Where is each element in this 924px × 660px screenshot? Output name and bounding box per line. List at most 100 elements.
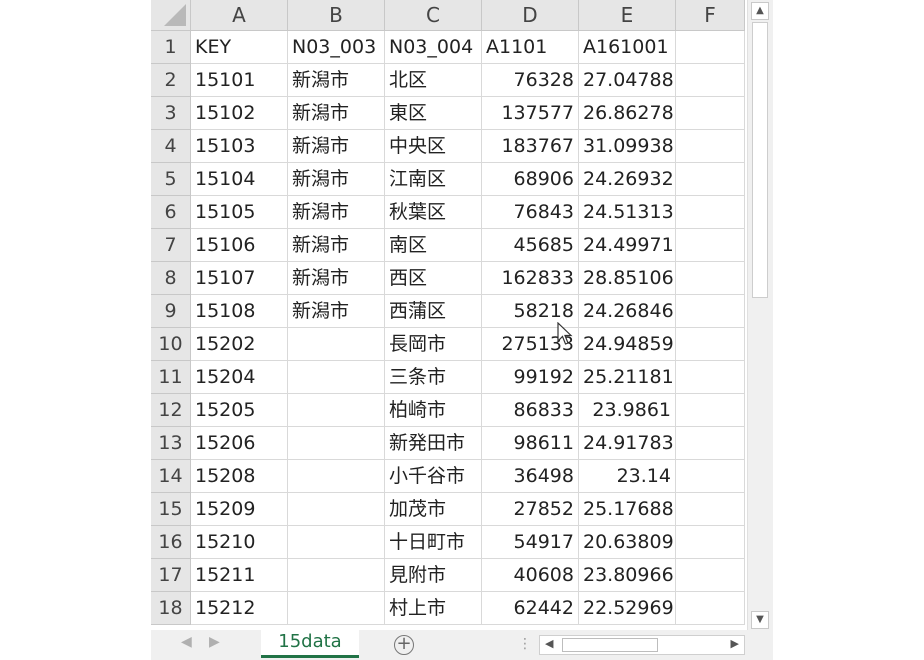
cell-d4[interactable]: 183767 (482, 130, 579, 163)
row-header[interactable]: 9 (151, 295, 191, 328)
cell-f1[interactable] (676, 31, 745, 64)
cell-a15[interactable]: 15209 (191, 493, 288, 526)
cell-f16[interactable] (676, 526, 745, 559)
cell-f15[interactable] (676, 493, 745, 526)
cell-e1[interactable]: A161001 (579, 31, 676, 64)
cell-d8[interactable]: 162833 (482, 262, 579, 295)
row-header[interactable]: 14 (151, 460, 191, 493)
cell-a4[interactable]: 15103 (191, 130, 288, 163)
cell-f2[interactable] (676, 64, 745, 97)
row-header[interactable]: 8 (151, 262, 191, 295)
cell-f11[interactable] (676, 361, 745, 394)
cell-b4[interactable]: 新潟市 (288, 130, 385, 163)
cell-c1[interactable]: N03_004 (385, 31, 482, 64)
cell-d7[interactable]: 45685 (482, 229, 579, 262)
cell-e3[interactable]: 26.86278 (579, 97, 676, 130)
cell-b15[interactable] (288, 493, 385, 526)
spreadsheet-grid[interactable]: A B C D E F 1 KEY N03_003 N03_004 A1101 A161001 2 151… (151, 0, 745, 628)
row-header[interactable]: 7 (151, 229, 191, 262)
cell-e11[interactable]: 25.21181 (579, 361, 676, 394)
cell-d15[interactable]: 27852 (482, 493, 579, 526)
cell-c10[interactable]: 長岡市 (385, 328, 482, 361)
cell-c5[interactable]: 江南区 (385, 163, 482, 196)
cell-a7[interactable]: 15106 (191, 229, 288, 262)
cell-c17[interactable]: 見附市 (385, 559, 482, 592)
scroll-down-icon[interactable]: ▼ (751, 611, 769, 629)
cell-e14[interactable]: 23.14 (579, 460, 676, 493)
cell-f4[interactable] (676, 130, 745, 163)
cell-f18[interactable] (676, 592, 745, 625)
row-header[interactable]: 4 (151, 130, 191, 163)
cell-b3[interactable]: 新潟市 (288, 97, 385, 130)
cell-b12[interactable] (288, 394, 385, 427)
cell-f5[interactable] (676, 163, 745, 196)
cell-b5[interactable]: 新潟市 (288, 163, 385, 196)
cell-e9[interactable]: 24.26846 (579, 295, 676, 328)
cell-e17[interactable]: 23.80966 (579, 559, 676, 592)
cell-c14[interactable]: 小千谷市 (385, 460, 482, 493)
cell-c9[interactable]: 西蒲区 (385, 295, 482, 328)
cell-d18[interactable]: 62442 (482, 592, 579, 625)
cell-f13[interactable] (676, 427, 745, 460)
cell-a16[interactable]: 15210 (191, 526, 288, 559)
cell-a3[interactable]: 15102 (191, 97, 288, 130)
cell-b9[interactable]: 新潟市 (288, 295, 385, 328)
column-header-f[interactable]: F (676, 0, 745, 31)
cell-c12[interactable]: 柏崎市 (385, 394, 482, 427)
cell-e13[interactable]: 24.91783 (579, 427, 676, 460)
scroll-right-icon[interactable]: ▶ (731, 637, 739, 650)
cell-e5[interactable]: 24.26932 (579, 163, 676, 196)
select-all-corner[interactable] (151, 0, 191, 31)
cell-e4[interactable]: 31.09938 (579, 130, 676, 163)
cell-d12[interactable]: 86833 (482, 394, 579, 427)
cell-f7[interactable] (676, 229, 745, 262)
cell-e18[interactable]: 22.52969 (579, 592, 676, 625)
row-header[interactable]: 12 (151, 394, 191, 427)
cell-e10[interactable]: 24.94859 (579, 328, 676, 361)
cell-f10[interactable] (676, 328, 745, 361)
row-header[interactable]: 16 (151, 526, 191, 559)
cell-c13[interactable]: 新発田市 (385, 427, 482, 460)
cell-b11[interactable] (288, 361, 385, 394)
cell-f3[interactable] (676, 97, 745, 130)
cell-b10[interactable] (288, 328, 385, 361)
sheet-next-icon[interactable]: ▶ (209, 634, 220, 650)
cell-a6[interactable]: 15105 (191, 196, 288, 229)
sheet-prev-icon[interactable]: ◀ (181, 634, 192, 650)
cell-e15[interactable]: 25.17688 (579, 493, 676, 526)
cell-f8[interactable] (676, 262, 745, 295)
cell-d16[interactable]: 54917 (482, 526, 579, 559)
cell-d17[interactable]: 40608 (482, 559, 579, 592)
cell-a17[interactable]: 15211 (191, 559, 288, 592)
column-header-b[interactable]: B (288, 0, 385, 31)
column-header-e[interactable]: E (579, 0, 676, 31)
cell-a13[interactable]: 15206 (191, 427, 288, 460)
cell-e8[interactable]: 28.85106 (579, 262, 676, 295)
column-header-d[interactable]: D (482, 0, 579, 31)
cell-a8[interactable]: 15107 (191, 262, 288, 295)
cell-c4[interactable]: 中央区 (385, 130, 482, 163)
cell-a11[interactable]: 15204 (191, 361, 288, 394)
row-header[interactable]: 18 (151, 592, 191, 625)
row-header[interactable]: 1 (151, 31, 191, 64)
cell-b7[interactable]: 新潟市 (288, 229, 385, 262)
cell-f6[interactable] (676, 196, 745, 229)
horizontal-scroll-thumb[interactable] (562, 638, 658, 652)
row-header[interactable]: 11 (151, 361, 191, 394)
cell-b17[interactable] (288, 559, 385, 592)
cell-b1[interactable]: N03_003 (288, 31, 385, 64)
cell-d6[interactable]: 76843 (482, 196, 579, 229)
vertical-scroll-thumb[interactable] (752, 22, 768, 298)
scroll-left-icon[interactable]: ◀ (545, 637, 553, 650)
cell-f12[interactable] (676, 394, 745, 427)
cell-c6[interactable]: 秋葉区 (385, 196, 482, 229)
cell-a9[interactable]: 15108 (191, 295, 288, 328)
cell-f9[interactable] (676, 295, 745, 328)
cell-b6[interactable]: 新潟市 (288, 196, 385, 229)
cell-a14[interactable]: 15208 (191, 460, 288, 493)
cell-e2[interactable]: 27.04788 (579, 64, 676, 97)
cell-b8[interactable]: 新潟市 (288, 262, 385, 295)
cell-b18[interactable] (288, 592, 385, 625)
cell-d3[interactable]: 137577 (482, 97, 579, 130)
cell-b2[interactable]: 新潟市 (288, 64, 385, 97)
